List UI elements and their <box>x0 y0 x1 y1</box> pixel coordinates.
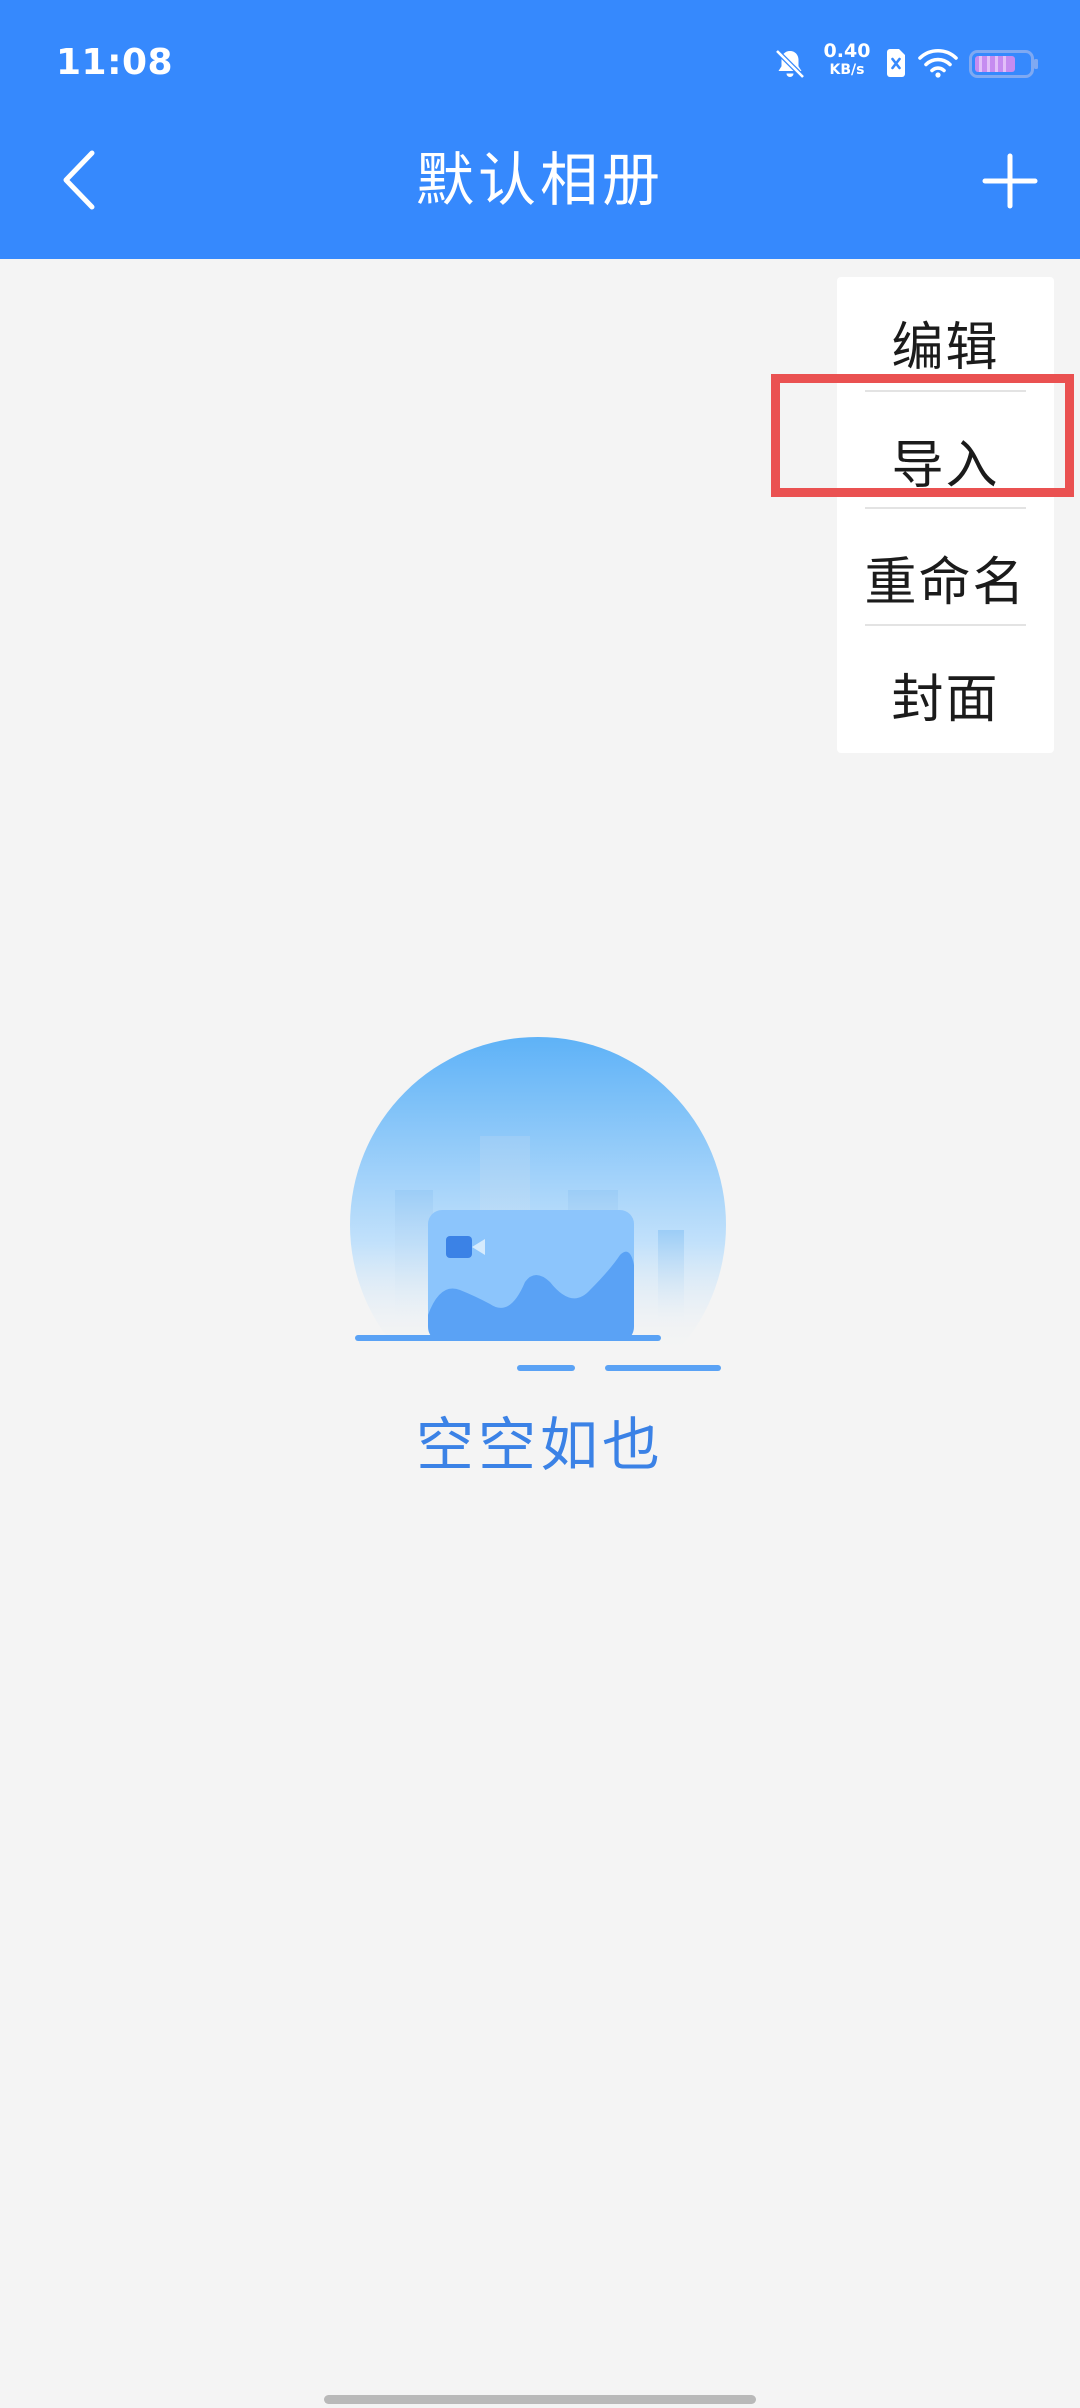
page-title: 默认相册 <box>415 146 664 214</box>
highlight-box <box>771 374 1074 497</box>
menu-item-rename[interactable]: 重命名 <box>837 543 1054 623</box>
menu-divider <box>865 624 1026 626</box>
menu-divider <box>865 507 1026 509</box>
network-speed-unit: KB/s <box>829 62 865 78</box>
battery-icon <box>969 50 1038 78</box>
album-options-menu: 编辑 导入 重命名 封面 <box>837 277 1054 753</box>
app-header: 11:08 0.40 KB/s 默认相册 <box>0 0 1080 259</box>
wifi-icon <box>918 48 958 78</box>
network-speed: 0.40 KB/s <box>820 40 874 84</box>
empty-state-message: 空空如也 <box>415 1411 664 1479</box>
status-time: 11:08 <box>56 42 174 83</box>
menu-item-cover[interactable]: 封面 <box>837 660 1054 740</box>
sim-icon <box>887 49 905 77</box>
status-icons: 0.40 KB/s <box>750 34 1080 94</box>
empty-album-illustration <box>350 1037 726 1380</box>
plus-icon[interactable] <box>982 153 1038 209</box>
home-indicator[interactable] <box>324 2395 756 2404</box>
bell-mute-icon <box>775 49 805 79</box>
chevron-left-icon[interactable] <box>56 145 106 215</box>
network-speed-value: 0.40 <box>823 40 871 62</box>
